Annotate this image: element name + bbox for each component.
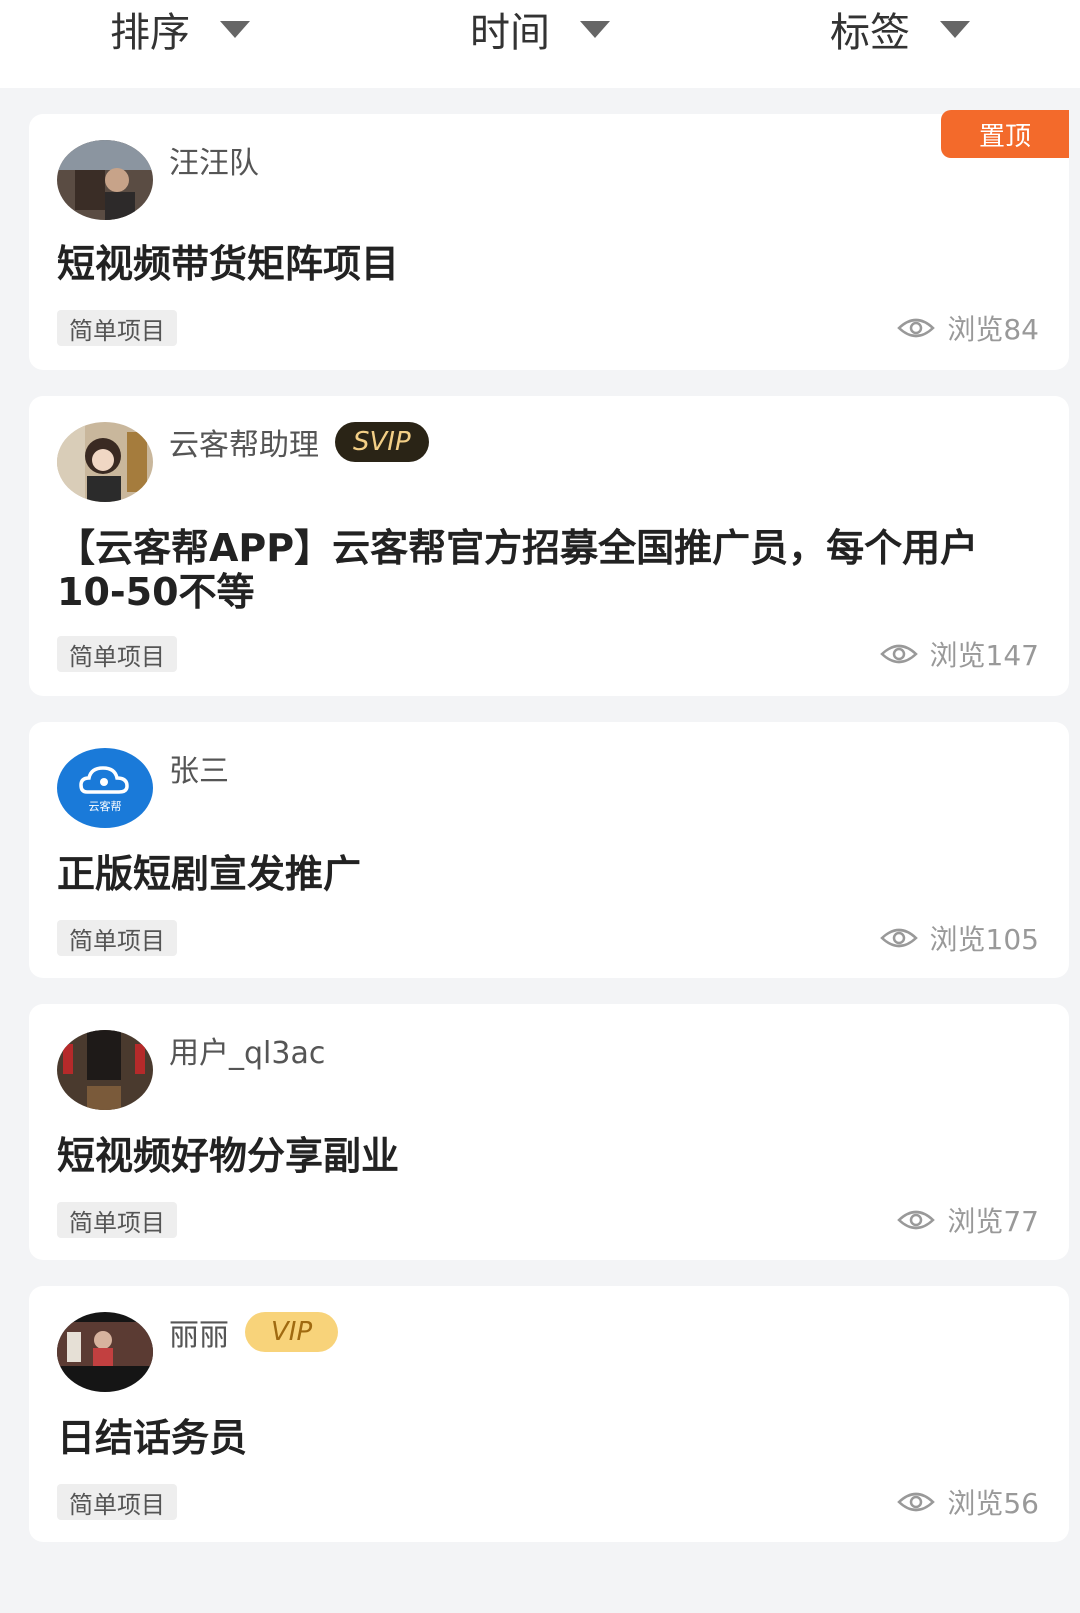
post-title[interactable]: 短视频好物分享副业 <box>57 1134 1007 1178</box>
post-card[interactable]: 汪汪队 置顶 短视频带货矩阵项目 简单项目 浏览84 <box>29 110 1069 370</box>
filter-time[interactable]: 时间 <box>360 0 720 58</box>
author-row: 汪汪队 <box>169 138 259 182</box>
avatar-photo-icon <box>57 1312 153 1392</box>
post-list: 汪汪队 置顶 短视频带货矩阵项目 简单项目 浏览84 云客帮助理 SVIP 【云… <box>29 110 1069 1568</box>
avatar-photo-icon <box>57 422 153 502</box>
post-tag: 简单项目 <box>57 920 177 956</box>
author-row: 张三 <box>169 746 229 790</box>
view-count-text: 浏览147 <box>929 639 1039 672</box>
avatar: 云客帮 <box>57 748 153 828</box>
post-title[interactable]: 【云客帮APP】云客帮官方招募全国推广员，每个用户10-50不等 <box>57 526 1007 614</box>
author-name[interactable]: 张三 <box>169 746 229 790</box>
view-count: 浏览77 <box>897 1200 1039 1240</box>
avatar <box>57 140 153 220</box>
eye-icon <box>897 1210 936 1230</box>
avatar-photo-icon <box>57 140 153 220</box>
avatar <box>57 1312 153 1392</box>
author-name[interactable]: 丽丽 <box>169 1310 229 1354</box>
filter-bar: 排序 时间 标签 <box>0 0 1080 88</box>
view-count: 浏览56 <box>897 1482 1039 1522</box>
view-count-text: 浏览56 <box>947 1487 1039 1520</box>
avatar <box>57 422 153 502</box>
post-tag: 简单项目 <box>57 636 177 672</box>
caret-down-icon <box>580 20 610 38</box>
post-card[interactable]: 丽丽 VIP 日结话务员 简单项目 浏览56 <box>29 1286 1069 1542</box>
pinned-badge: 置顶 <box>941 110 1069 158</box>
post-title[interactable]: 日结话务员 <box>57 1416 1007 1460</box>
author-row: 云客帮助理 SVIP <box>169 420 429 464</box>
filter-tag[interactable]: 标签 <box>720 0 1080 58</box>
caret-down-icon <box>220 20 250 38</box>
cloud-logo-icon: 云客帮 <box>57 748 153 828</box>
svip-badge: SVIP <box>335 422 429 462</box>
view-count-text: 浏览105 <box>929 923 1039 956</box>
post-card[interactable]: 用户_ql3ac 短视频好物分享副业 简单项目 浏览77 <box>29 1004 1069 1260</box>
filter-sort-label: 排序 <box>110 10 190 56</box>
post-title[interactable]: 短视频带货矩阵项目 <box>57 242 1007 286</box>
author-name[interactable]: 汪汪队 <box>169 138 259 182</box>
post-card[interactable]: 云客帮助理 SVIP 【云客帮APP】云客帮官方招募全国推广员，每个用户10-5… <box>29 396 1069 696</box>
post-tag: 简单项目 <box>57 1484 177 1520</box>
eye-icon <box>897 318 936 338</box>
author-row: 丽丽 VIP <box>169 1310 339 1354</box>
vip-badge: VIP <box>245 1312 339 1352</box>
author-name[interactable]: 云客帮助理 <box>169 420 319 464</box>
eye-icon <box>879 644 918 664</box>
avatar <box>57 1030 153 1110</box>
post-title[interactable]: 正版短剧宣发推广 <box>57 852 1007 896</box>
view-count-text: 浏览77 <box>947 1205 1039 1238</box>
view-count: 浏览147 <box>879 634 1039 674</box>
caret-down-icon <box>940 20 970 38</box>
author-row: 用户_ql3ac <box>169 1028 325 1072</box>
view-count: 浏览105 <box>879 918 1039 958</box>
post-tag: 简单项目 <box>57 1202 177 1238</box>
filter-sort[interactable]: 排序 <box>0 0 360 58</box>
view-count-text: 浏览84 <box>947 313 1039 346</box>
avatar-photo-icon <box>57 1030 153 1110</box>
filter-tag-label: 标签 <box>830 10 910 56</box>
eye-icon <box>879 928 918 948</box>
filter-time-label: 时间 <box>470 10 550 56</box>
author-name[interactable]: 用户_ql3ac <box>169 1028 325 1072</box>
post-card[interactable]: 云客帮 张三 正版短剧宣发推广 简单项目 浏览105 <box>29 722 1069 978</box>
logo-text: 云客帮 <box>89 799 122 813</box>
view-count: 浏览84 <box>897 308 1039 348</box>
eye-icon <box>897 1492 936 1512</box>
post-tag: 简单项目 <box>57 310 177 346</box>
